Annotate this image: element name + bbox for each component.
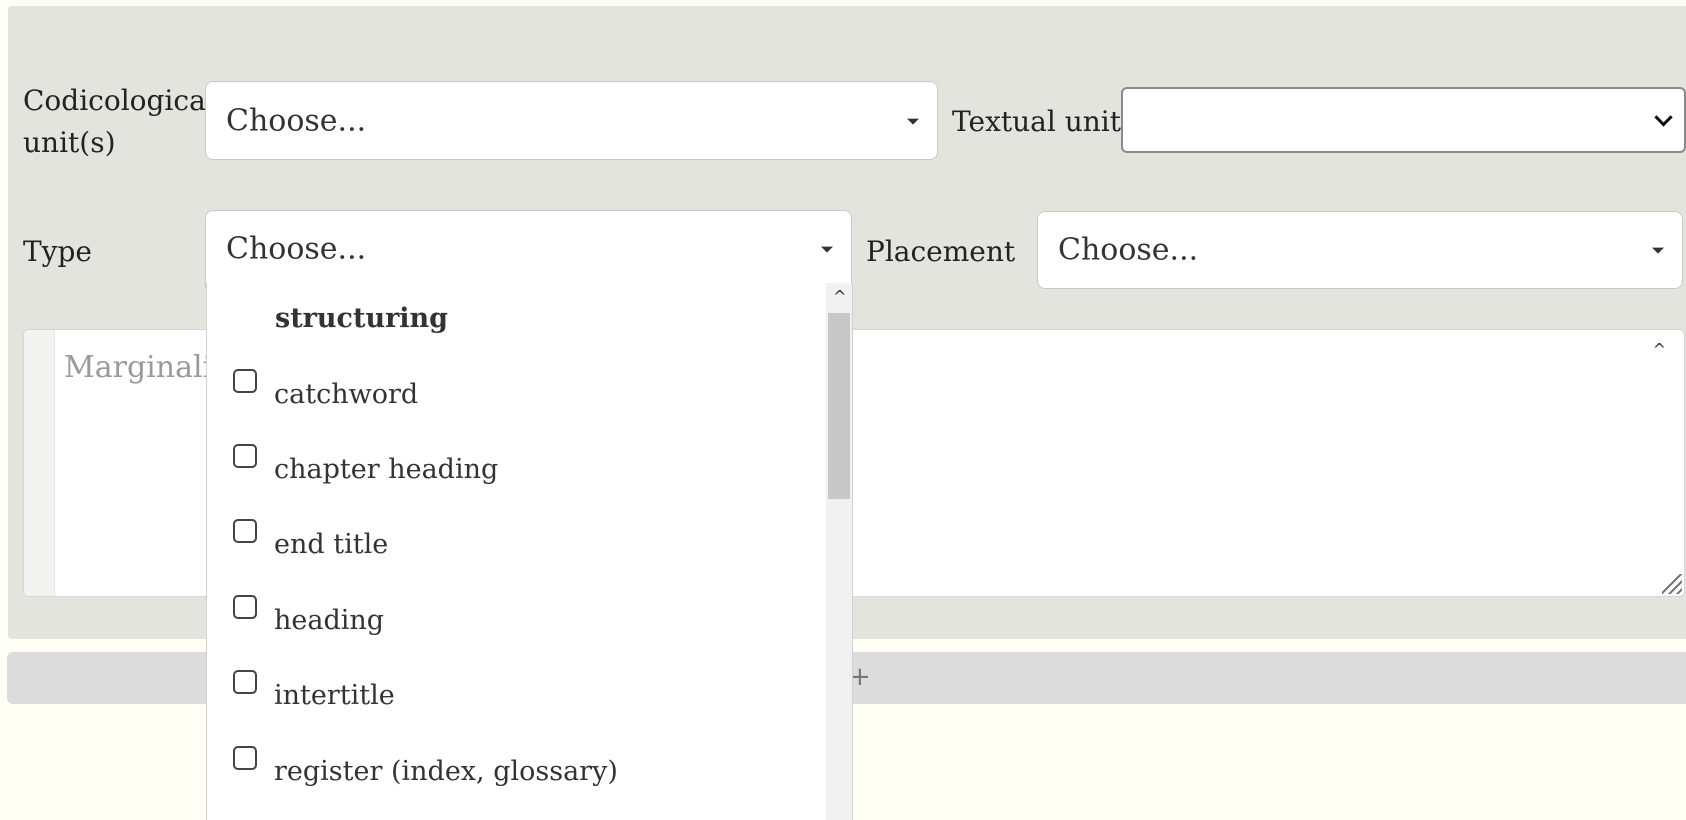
- dropdown-option[interactable]: chapter heading: [233, 444, 813, 500]
- codicological-label-line2: unit(s): [23, 126, 116, 159]
- textual-unit-label: Textual unit: [952, 105, 1121, 138]
- chevron-down-icon: [1654, 108, 1673, 127]
- codicological-units-label: Codicological unit(s): [23, 80, 215, 164]
- placement-select[interactable]: Choose...: [1037, 211, 1683, 289]
- type-label: Type: [23, 235, 92, 268]
- type-value: Choose...: [226, 231, 367, 267]
- textarea-gutter: [24, 330, 55, 596]
- dropdown-option[interactable]: register (index, glossary): [233, 746, 813, 802]
- resize-handle-icon[interactable]: [1662, 574, 1682, 594]
- dropdown-option[interactable]: catchword: [233, 369, 813, 425]
- checkbox[interactable]: [233, 444, 257, 468]
- scrollbar-thumb[interactable]: [828, 313, 850, 499]
- marginalia-placeholder: Marginali: [64, 350, 213, 385]
- dropdown-option[interactable]: intertitle: [233, 670, 813, 726]
- placement-label: Placement: [866, 235, 1016, 268]
- dropdown-group-label: structuring: [275, 303, 449, 334]
- option-label: heading: [274, 605, 385, 636]
- chevron-down-icon: [907, 118, 919, 125]
- option-label: intertitle: [274, 680, 395, 711]
- checkbox[interactable]: [233, 519, 257, 543]
- codicological-units-select[interactable]: Choose...: [205, 81, 938, 160]
- option-label: catchword: [274, 379, 419, 410]
- checkbox[interactable]: [233, 369, 257, 393]
- chevron-down-icon: [821, 246, 833, 253]
- scroll-up-icon[interactable]: ^: [1653, 340, 1666, 359]
- dropdown-option[interactable]: heading: [233, 595, 813, 651]
- dropdown-scrollbar[interactable]: ^: [826, 283, 852, 820]
- option-label: register (index, glossary): [274, 756, 618, 787]
- textual-unit-select[interactable]: [1121, 87, 1686, 153]
- option-label: end title: [274, 529, 389, 560]
- dropdown-option[interactable]: end title: [233, 519, 813, 575]
- checkbox[interactable]: [233, 670, 257, 694]
- checkbox[interactable]: [233, 595, 257, 619]
- placement-value: Choose...: [1058, 232, 1199, 268]
- codicological-units-value: Choose...: [226, 103, 367, 138]
- scroll-up-icon[interactable]: ^: [833, 287, 846, 306]
- checkbox[interactable]: [233, 746, 257, 770]
- codicological-label-line1: Codicological: [23, 84, 215, 117]
- type-select[interactable]: Choose...: [205, 210, 852, 288]
- chevron-down-icon: [1652, 247, 1664, 254]
- option-label: chapter heading: [274, 454, 499, 485]
- type-dropdown-list[interactable]: structuring catchword chapter heading en…: [206, 283, 853, 820]
